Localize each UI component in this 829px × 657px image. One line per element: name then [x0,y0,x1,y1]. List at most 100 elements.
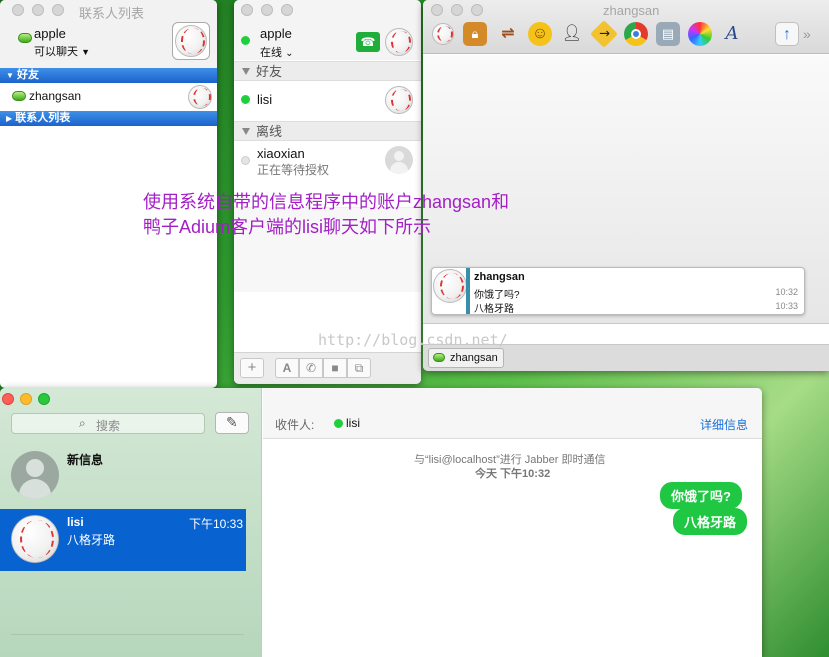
online-status-icon [241,95,250,104]
minimize-button[interactable] [32,4,44,16]
disclosure-down-icon [242,128,250,135]
conversation-lisi[interactable]: lisi 下午10:33 八格牙路 [0,509,246,571]
contact-avatar [385,86,413,114]
account-status-dropdown[interactable]: 在线 ⌄ [260,44,293,60]
contact-row-lisi[interactable]: lisi [234,82,421,120]
tab-label: zhangsan [450,352,498,364]
sent-message-bubble: 八格牙路 [673,508,748,535]
account-status: 在线 [260,47,282,59]
contact-name: lisi [257,92,273,107]
disclosure-down-icon: ▼ [6,71,14,80]
video-icon[interactable]: ■ [323,358,347,378]
group-header-contact-list[interactable]: ▶ 联系人列表 [0,111,217,126]
avatar-menu-icon[interactable] [431,22,455,46]
watermark: http://blog.csdn.net/ [318,331,508,349]
sender-avatar [433,269,467,303]
section-label: 好友 [256,64,283,79]
lock-icon[interactable]: 🔒︎ [463,22,487,46]
close-button[interactable] [241,4,253,16]
contact-name: zhangsan [29,89,82,103]
contact-card-icon[interactable]: ▤ [656,22,680,46]
font-icon[interactable]: A [720,22,744,46]
window-title: 联系人列表 [79,6,145,21]
contact-avatar [188,85,212,109]
available-status-icon [18,33,32,43]
placeholder-avatar-icon [385,146,413,174]
section-header-offline[interactable]: 离线 [234,121,421,141]
disclosure-down-icon [242,68,250,75]
messages-window: ⌕ 搜索 ✎ 新信息 lisi 下午10:33 八格牙路 收件人: lisi 详… [0,388,762,657]
block-user-icon[interactable]: 👤︎ [560,22,584,46]
more-chevron-icon[interactable]: » [803,26,811,42]
account-avatar[interactable] [385,28,413,56]
chevron-down-icon: ▼ [81,47,90,57]
close-button[interactable] [2,393,14,405]
conversation-time: 下午10:33 [189,517,244,531]
message-time: 10:32 [775,287,798,297]
group-header-friends[interactable]: ▼ 好友 [0,68,217,83]
zoom-button[interactable] [52,4,64,16]
message-text: 八格牙路 [474,304,514,315]
zoom-button[interactable] [281,4,293,16]
color-picker-icon[interactable] [688,22,712,46]
account-avatar[interactable] [172,22,210,60]
offline-status-icon [241,156,250,165]
annotation-line-2: 鸭子Adium客户端的lisi聊天如下所示 [143,217,432,237]
send-file-icon[interactable]: ↑ [775,22,799,46]
account-status-dropdown[interactable]: 可以聊天 ▼ [34,43,90,59]
group-label: 联系人列表 [15,112,71,124]
annotation-line-1: 使用系统自带的信息程序中的账户zhangsan和 [143,192,510,212]
search-placeholder: 搜索 [96,419,121,433]
minimize-button[interactable] [261,4,273,16]
contact-row-zhangsan[interactable]: zhangsan [0,83,217,110]
group-label: 好友 [16,69,39,81]
conversation-date: 今天 下午10:32 [475,468,551,480]
online-status-icon [241,36,250,45]
signpost-icon[interactable]: ⇌ [496,22,520,46]
to-label: 收件人: [275,418,315,432]
conversation-name: lisi [67,515,84,529]
zoom-button[interactable] [38,393,50,405]
window-title: zhangsan [603,3,660,18]
text-icon[interactable]: A [275,358,299,378]
search-field[interactable]: ⌕ 搜索 [11,413,205,434]
online-status-icon [334,419,343,428]
screen-share-icon[interactable]: ⧉ [347,358,371,378]
chevron-down-icon: ⌄ [285,48,294,59]
messages-header: 收件人: lisi 详细信息 [263,388,762,439]
zoom-button[interactable] [471,4,483,16]
sent-message-bubble: 你饿了吗? [660,482,742,509]
close-button[interactable] [431,4,443,16]
contact-avatar [11,515,59,563]
recipient-name[interactable]: lisi [346,416,360,430]
minimize-button[interactable] [451,4,463,16]
compose-button[interactable]: ✎ [215,412,249,434]
available-status-icon [433,353,445,362]
adium-chat-window: zhangsan 🔒︎ ⇌ ☺ 👤︎ ↗ ▤ A ↑ » zhangsan 你饿… [423,0,829,371]
chrome-icon[interactable] [624,22,648,46]
section-header-friends[interactable]: 好友 [234,61,421,81]
conversation-name: 新信息 [67,453,104,467]
bottom-toolbar: + A ✆ ■ ⧉ [234,352,421,384]
minimize-button[interactable] [20,393,32,405]
section-label: 离线 [256,124,283,139]
messages-sidebar: ⌕ 搜索 ✎ 新信息 lisi 下午10:33 八格牙路 [0,388,262,657]
add-icon[interactable]: + [240,358,264,378]
close-button[interactable] [12,4,24,16]
phone-icon[interactable]: ✆ [299,358,323,378]
compose-icon: ✎ [226,414,238,430]
smiley-icon[interactable]: ☺ [528,22,552,46]
details-button[interactable]: 详细信息 [700,416,748,433]
message-block: zhangsan 你饿了吗? 10:32 八格牙路 10:33 [431,267,805,315]
available-status-icon [12,91,26,101]
video-call-icon[interactable]: ☎ [356,32,380,52]
message-time: 10:33 [775,301,798,311]
tab-zhangsan[interactable]: zhangsan [428,348,504,368]
account-name: apple [260,26,292,41]
conversation-preview: 八格牙路 [67,533,116,547]
contact-row-xiaoxian[interactable]: xiaoxian 正在等待授权 [234,142,421,182]
message-text: 你饿了吗? [474,290,520,301]
conversation-new-message[interactable]: 新信息 [0,443,262,505]
account-status: 可以聊天 [34,46,78,58]
placeholder-avatar-icon [11,451,59,499]
